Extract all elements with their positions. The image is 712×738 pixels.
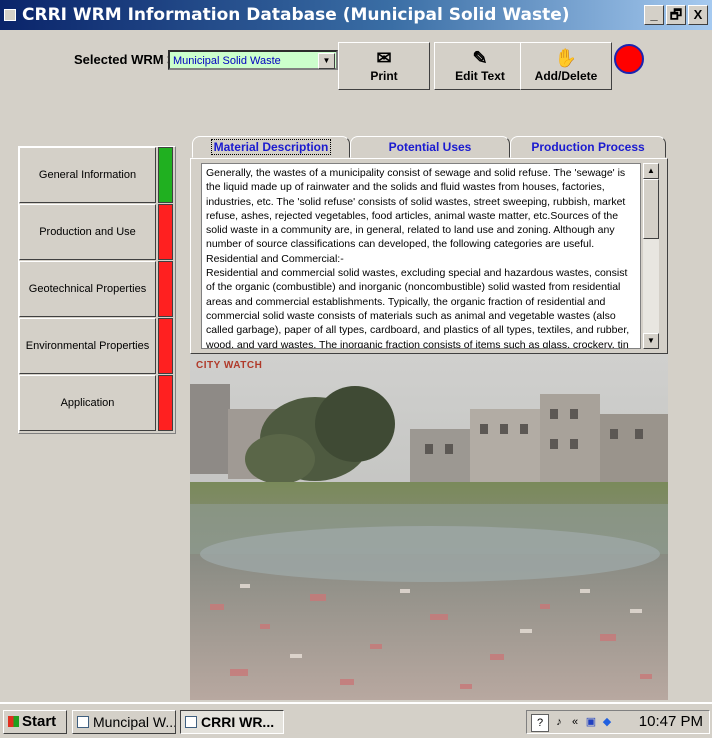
description-paragraph: Generally, the wastes of a municipality … <box>206 167 626 251</box>
add-delete-button[interactable]: ✋ Add/Delete <box>520 42 612 90</box>
edit-text-button[interactable]: ✎ Edit Text <box>434 42 526 90</box>
expand-tray-icon[interactable]: « <box>567 714 583 730</box>
nav-geotechnical-properties[interactable]: Geotechnical Properties <box>19 261 156 317</box>
tab-label: Material Description <box>210 139 332 155</box>
connection-icon[interactable]: ◆ <box>599 714 615 730</box>
edit-text-label: Edit Text <box>455 69 505 83</box>
nav-production-and-use[interactable]: Production and Use <box>19 204 156 260</box>
status-dot-icon[interactable] <box>614 44 644 74</box>
print-icon: ✉ <box>376 48 392 68</box>
wrm-select[interactable]: Municipal Solid Waste ▼ <box>168 50 338 70</box>
taskbar-item-muncipal[interactable]: Muncipal W... <box>72 710 176 734</box>
taskbar-item-crri[interactable]: CRRI WR... <box>180 710 284 734</box>
windows-logo-icon <box>8 716 19 727</box>
toolbar: Selected WRM > Municipal Solid Waste ▼ ✉… <box>8 32 704 94</box>
material-photo: CITY WATCH <box>190 354 668 700</box>
tab-production-process[interactable]: Production Process <box>510 136 666 158</box>
network-icon[interactable]: ▣ <box>583 714 599 730</box>
scroll-down-icon[interactable]: ▼ <box>643 333 659 349</box>
add-delete-label: Add/Delete <box>534 69 598 83</box>
app-icon[interactable] <box>4 9 16 21</box>
scroll-thumb[interactable] <box>643 179 659 239</box>
restore-button[interactable]: 🗗 <box>666 5 686 25</box>
window-title: CRRI WRM Information Database (Municipal… <box>22 5 570 25</box>
print-button[interactable]: ✉ Print <box>338 42 430 90</box>
selected-wrm-label: Selected WRM > <box>74 52 175 67</box>
tab-material-description[interactable]: Material Description <box>192 136 350 158</box>
tab-label: Potential Uses <box>388 140 472 154</box>
status-indicator-green <box>158 147 173 203</box>
edit-text-icon: ✎ <box>472 48 488 68</box>
close-button[interactable]: X <box>688 5 708 25</box>
help-icon[interactable]: ? <box>531 714 549 732</box>
section-nav: General Information Production and Use G… <box>18 146 176 434</box>
nav-application[interactable]: Application <box>19 375 156 431</box>
description-paragraph: Residential and commercial solid wastes,… <box>206 267 630 349</box>
dropdown-arrow-icon[interactable]: ▼ <box>318 53 335 69</box>
landfill-photo-image <box>190 354 668 700</box>
tab-potential-uses[interactable]: Potential Uses <box>350 136 510 158</box>
task-label: CRRI WR... <box>201 714 275 730</box>
app-window-icon <box>185 716 197 728</box>
clock: 10:47 PM <box>638 713 703 730</box>
start-label: Start <box>22 713 57 730</box>
vertical-scrollbar[interactable]: ▲ ▼ <box>643 163 659 349</box>
status-indicator-red <box>158 318 173 374</box>
tab-label: Production Process <box>531 140 645 154</box>
sound-icon[interactable]: ♪ <box>551 714 567 730</box>
nav-environmental-properties[interactable]: Environmental Properties <box>19 318 156 374</box>
status-indicator-red <box>158 204 173 260</box>
status-indicator-red <box>158 375 173 431</box>
window-controls: _ 🗗 X <box>644 5 708 25</box>
title-bar: CRRI WRM Information Database (Municipal… <box>0 0 712 30</box>
system-tray: ? ♪ « ▣ ◆ 10:47 PM <box>526 710 710 734</box>
nav-general-information[interactable]: General Information <box>19 147 156 203</box>
print-label: Print <box>370 69 398 83</box>
taskbar: Start Muncipal W... CRRI WR... ? ♪ « ▣ ◆… <box>0 702 712 738</box>
start-button[interactable]: Start <box>3 710 67 734</box>
wrm-select-value: Municipal Solid Waste <box>173 55 281 67</box>
status-indicator-red <box>158 261 173 317</box>
scroll-up-icon[interactable]: ▲ <box>643 163 659 179</box>
task-label: Muncipal W... <box>93 714 176 730</box>
document-icon <box>77 716 89 728</box>
minimize-button[interactable]: _ <box>644 5 664 25</box>
description-heading: Residential and Commercial:- <box>206 252 344 265</box>
description-textbox[interactable]: Generally, the wastes of a municipality … <box>201 163 641 349</box>
photo-caption: CITY WATCH <box>196 360 263 371</box>
add-delete-icon: ✋ <box>554 48 578 68</box>
